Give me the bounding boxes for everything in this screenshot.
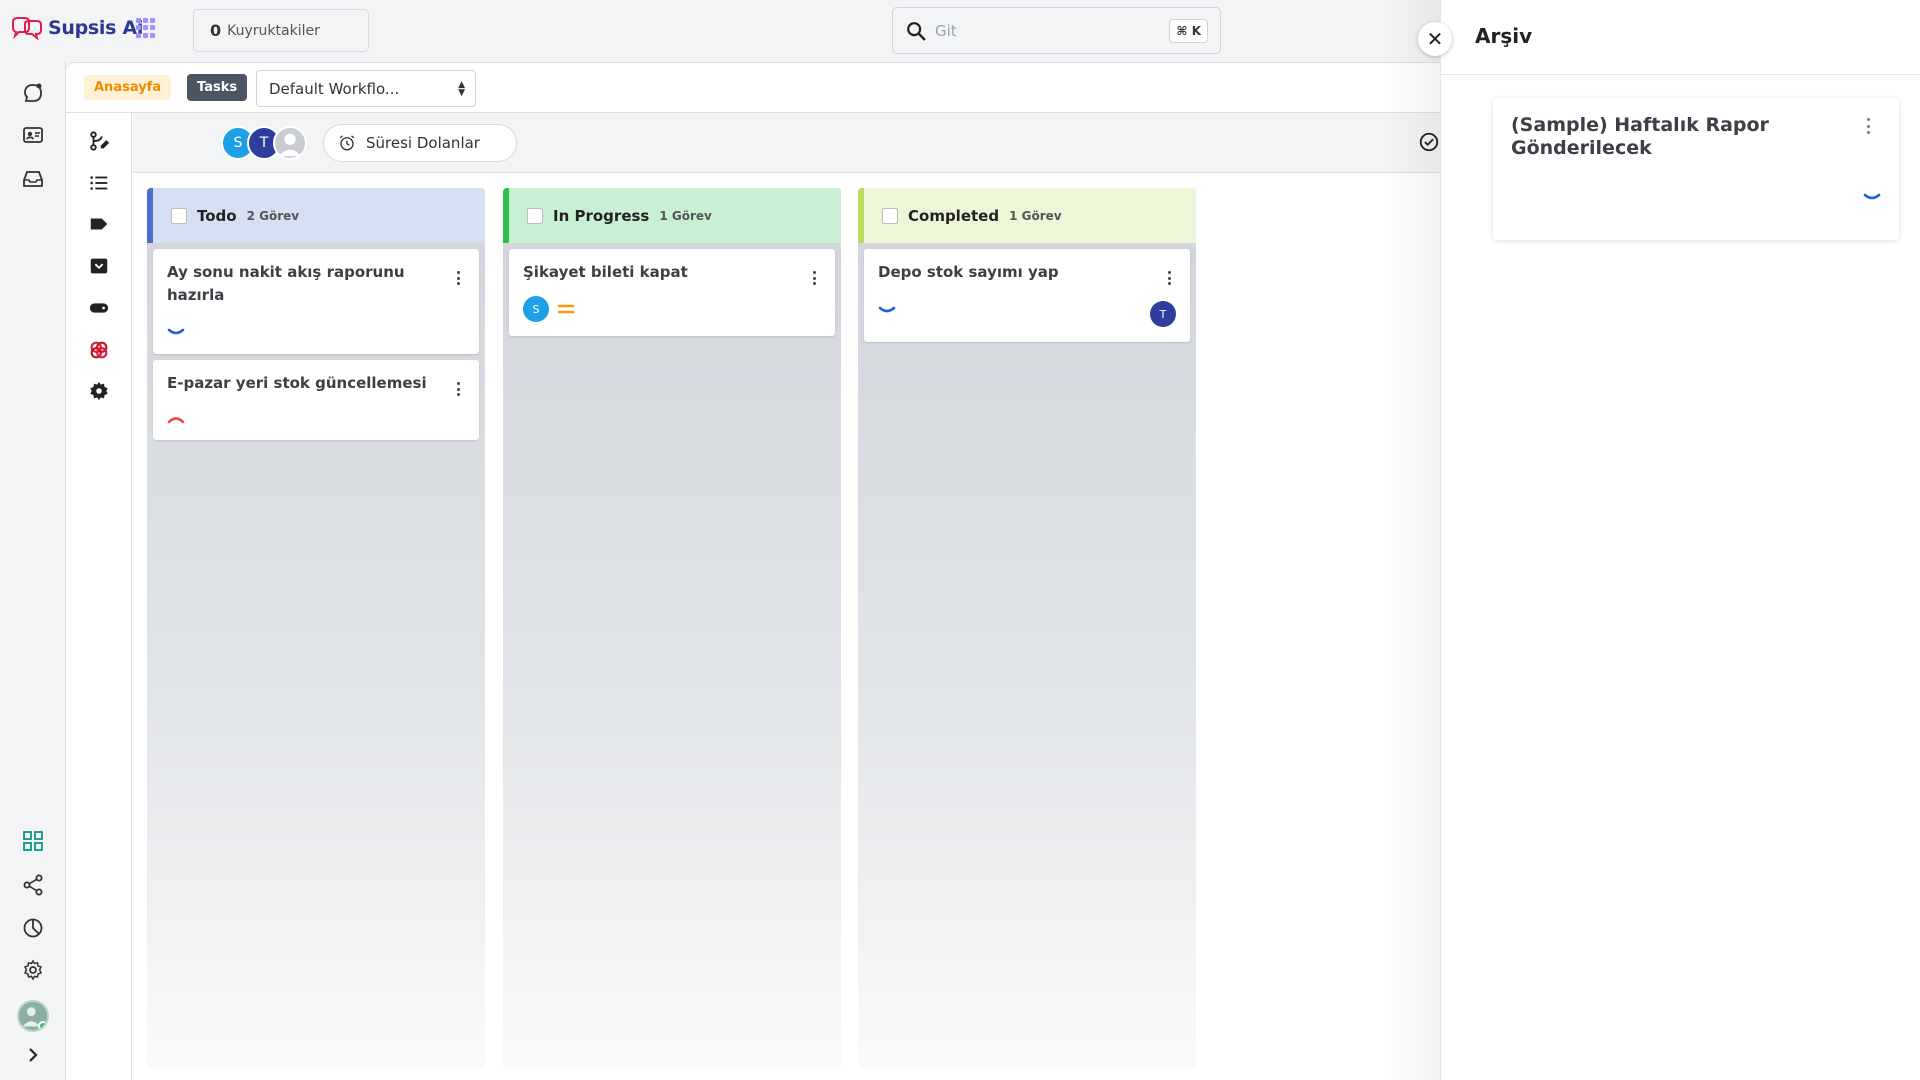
task-title: E-pazar yeri stok güncellemesi	[167, 374, 427, 392]
logo-icon	[12, 17, 42, 40]
column-title: Todo	[197, 206, 237, 225]
queue-label: Kuyruktakiler	[227, 22, 320, 39]
kanban-column-todo: Todo 2 Görev Ay sonu nakit akış raporunu…	[147, 188, 485, 1068]
priority-low-chevron-icon	[1863, 193, 1881, 200]
more-options-icon[interactable]	[457, 382, 461, 396]
task-card[interactable]: Ay sonu nakit akış raporunu hazırla	[153, 249, 479, 354]
archive-panel: Arşiv (Sample) Haftalık Rapor Gönderilec…	[1440, 0, 1920, 1080]
kanban-column-completed: Completed 1 Görev Depo stok sayımı yap T	[858, 188, 1196, 1068]
left-rail	[0, 62, 66, 1080]
close-panel-button[interactable]: ✕	[1418, 22, 1452, 56]
column-count: 1 Görev	[1009, 208, 1062, 223]
avatar-initial: T	[259, 135, 269, 151]
contact-card-icon[interactable]	[20, 122, 46, 148]
inbox-icon[interactable]	[20, 166, 46, 192]
more-options-icon[interactable]	[1867, 118, 1871, 134]
column-header: Todo 2 Görev	[147, 188, 485, 243]
priority-high-chevron-icon	[167, 417, 185, 424]
chat-icon[interactable]	[20, 80, 46, 106]
queue-button[interactable]: 0 Kuyruktakiler	[193, 9, 369, 52]
more-options-icon[interactable]	[457, 271, 461, 285]
share-icon[interactable]	[20, 872, 46, 898]
archive-panel-header: Arşiv	[1441, 0, 1920, 75]
column-count: 2 Görev	[246, 208, 300, 223]
assignee-avatar[interactable]: T	[1150, 301, 1176, 327]
filter-bar: S T Süresi Dolanlar	[133, 113, 1440, 173]
column-title: In Progress	[553, 206, 650, 225]
app-name: Supsis Ai	[48, 17, 144, 39]
workflow-select[interactable]: Default Workflo... ▲ ▼	[256, 70, 476, 107]
archived-task-title: (Sample) Haftalık Rapor Gönderilecek	[1511, 114, 1769, 159]
breadcrumb-tasks[interactable]: Tasks	[187, 74, 248, 101]
workflow-select-value: Default Workflo...	[269, 79, 400, 98]
breadcrumb: Anasayfa Tasks Default Workflo... ▲ ▼	[66, 63, 1440, 113]
archive-box-icon[interactable]	[86, 253, 112, 279]
column-select-checkbox[interactable]	[882, 207, 898, 224]
overdue-filter-button[interactable]: Süresi Dolanlar	[323, 124, 517, 162]
more-options-icon[interactable]	[1168, 271, 1172, 285]
column-header: In Progress 1 Görev	[503, 188, 841, 243]
avatar-initial: S	[233, 135, 243, 151]
search-placeholder: Git	[935, 21, 957, 40]
close-icon: ✕	[1426, 27, 1444, 51]
priority-low-chevron-icon	[167, 328, 185, 335]
column-select-checkbox[interactable]	[171, 207, 187, 224]
task-title: Depo stok sayımı yap	[878, 263, 1059, 281]
user-silhouette-icon	[278, 133, 302, 157]
label-tag-icon[interactable]	[86, 211, 112, 237]
priority-medium-equals-icon	[557, 304, 575, 314]
task-card[interactable]: Depo stok sayımı yap T	[864, 249, 1190, 342]
column-count: 1 Görev	[659, 208, 712, 223]
more-options-icon[interactable]	[813, 271, 817, 285]
online-status-dot	[38, 1021, 47, 1030]
app-logo[interactable]: Supsis Ai	[10, 16, 143, 40]
queue-count: 0	[210, 21, 222, 40]
settings-gear-icon[interactable]	[20, 957, 46, 983]
workflow-edit-icon[interactable]	[86, 128, 112, 154]
task-title: Ay sonu nakit akış raporunu hazırla	[167, 263, 405, 304]
apps-grid-icon[interactable]	[136, 18, 156, 38]
column-select-checkbox[interactable]	[527, 207, 543, 224]
task-card[interactable]: Şikayet bileti kapat S	[509, 249, 835, 336]
archived-task-card[interactable]: (Sample) Haftalık Rapor Gönderilecek	[1493, 98, 1899, 240]
main-content: Anasayfa Tasks Default Workflo... ▲ ▼ S …	[66, 62, 1440, 1080]
dashboard-icon[interactable]	[20, 828, 46, 854]
task-title: Şikayet bileti kapat	[523, 263, 688, 281]
ai-integration-icon[interactable]	[86, 337, 112, 363]
avatar-initial: S	[532, 302, 540, 316]
priority-low-chevron-icon	[878, 306, 896, 313]
task-tools-rail	[66, 113, 132, 1080]
column-title: Completed	[908, 206, 1000, 225]
overdue-filter-label: Süresi Dolanlar	[366, 134, 480, 152]
search-icon	[907, 21, 926, 40]
search-shortcut: ⌘ K	[1169, 19, 1208, 43]
kanban-column-in-progress: In Progress 1 Görev Şikayet bileti kapat…	[503, 188, 841, 1068]
task-settings-gear-icon[interactable]	[86, 378, 112, 404]
reports-pie-icon[interactable]	[20, 915, 46, 941]
gamepad-icon[interactable]	[86, 295, 112, 321]
list-view-icon[interactable]	[86, 170, 112, 196]
panel-shadow	[1380, 0, 1440, 1080]
select-arrows-icon: ▲ ▼	[458, 80, 465, 98]
avatar-initial: T	[1159, 307, 1167, 321]
task-card[interactable]: E-pazar yeri stok güncellemesi	[153, 360, 479, 440]
user-avatar[interactable]	[17, 1000, 49, 1032]
archive-panel-title: Arşiv	[1475, 24, 1533, 48]
alarm-clock-icon	[339, 135, 355, 151]
assignee-filter-avatar[interactable]	[273, 126, 307, 160]
assignee-avatar[interactable]: S	[523, 296, 549, 322]
column-header: Completed 1 Görev	[858, 188, 1196, 243]
search-input[interactable]: Git ⌘ K	[892, 7, 1221, 54]
breadcrumb-home[interactable]: Anasayfa	[84, 75, 172, 100]
expand-rail-chevron-icon[interactable]	[20, 1042, 46, 1068]
